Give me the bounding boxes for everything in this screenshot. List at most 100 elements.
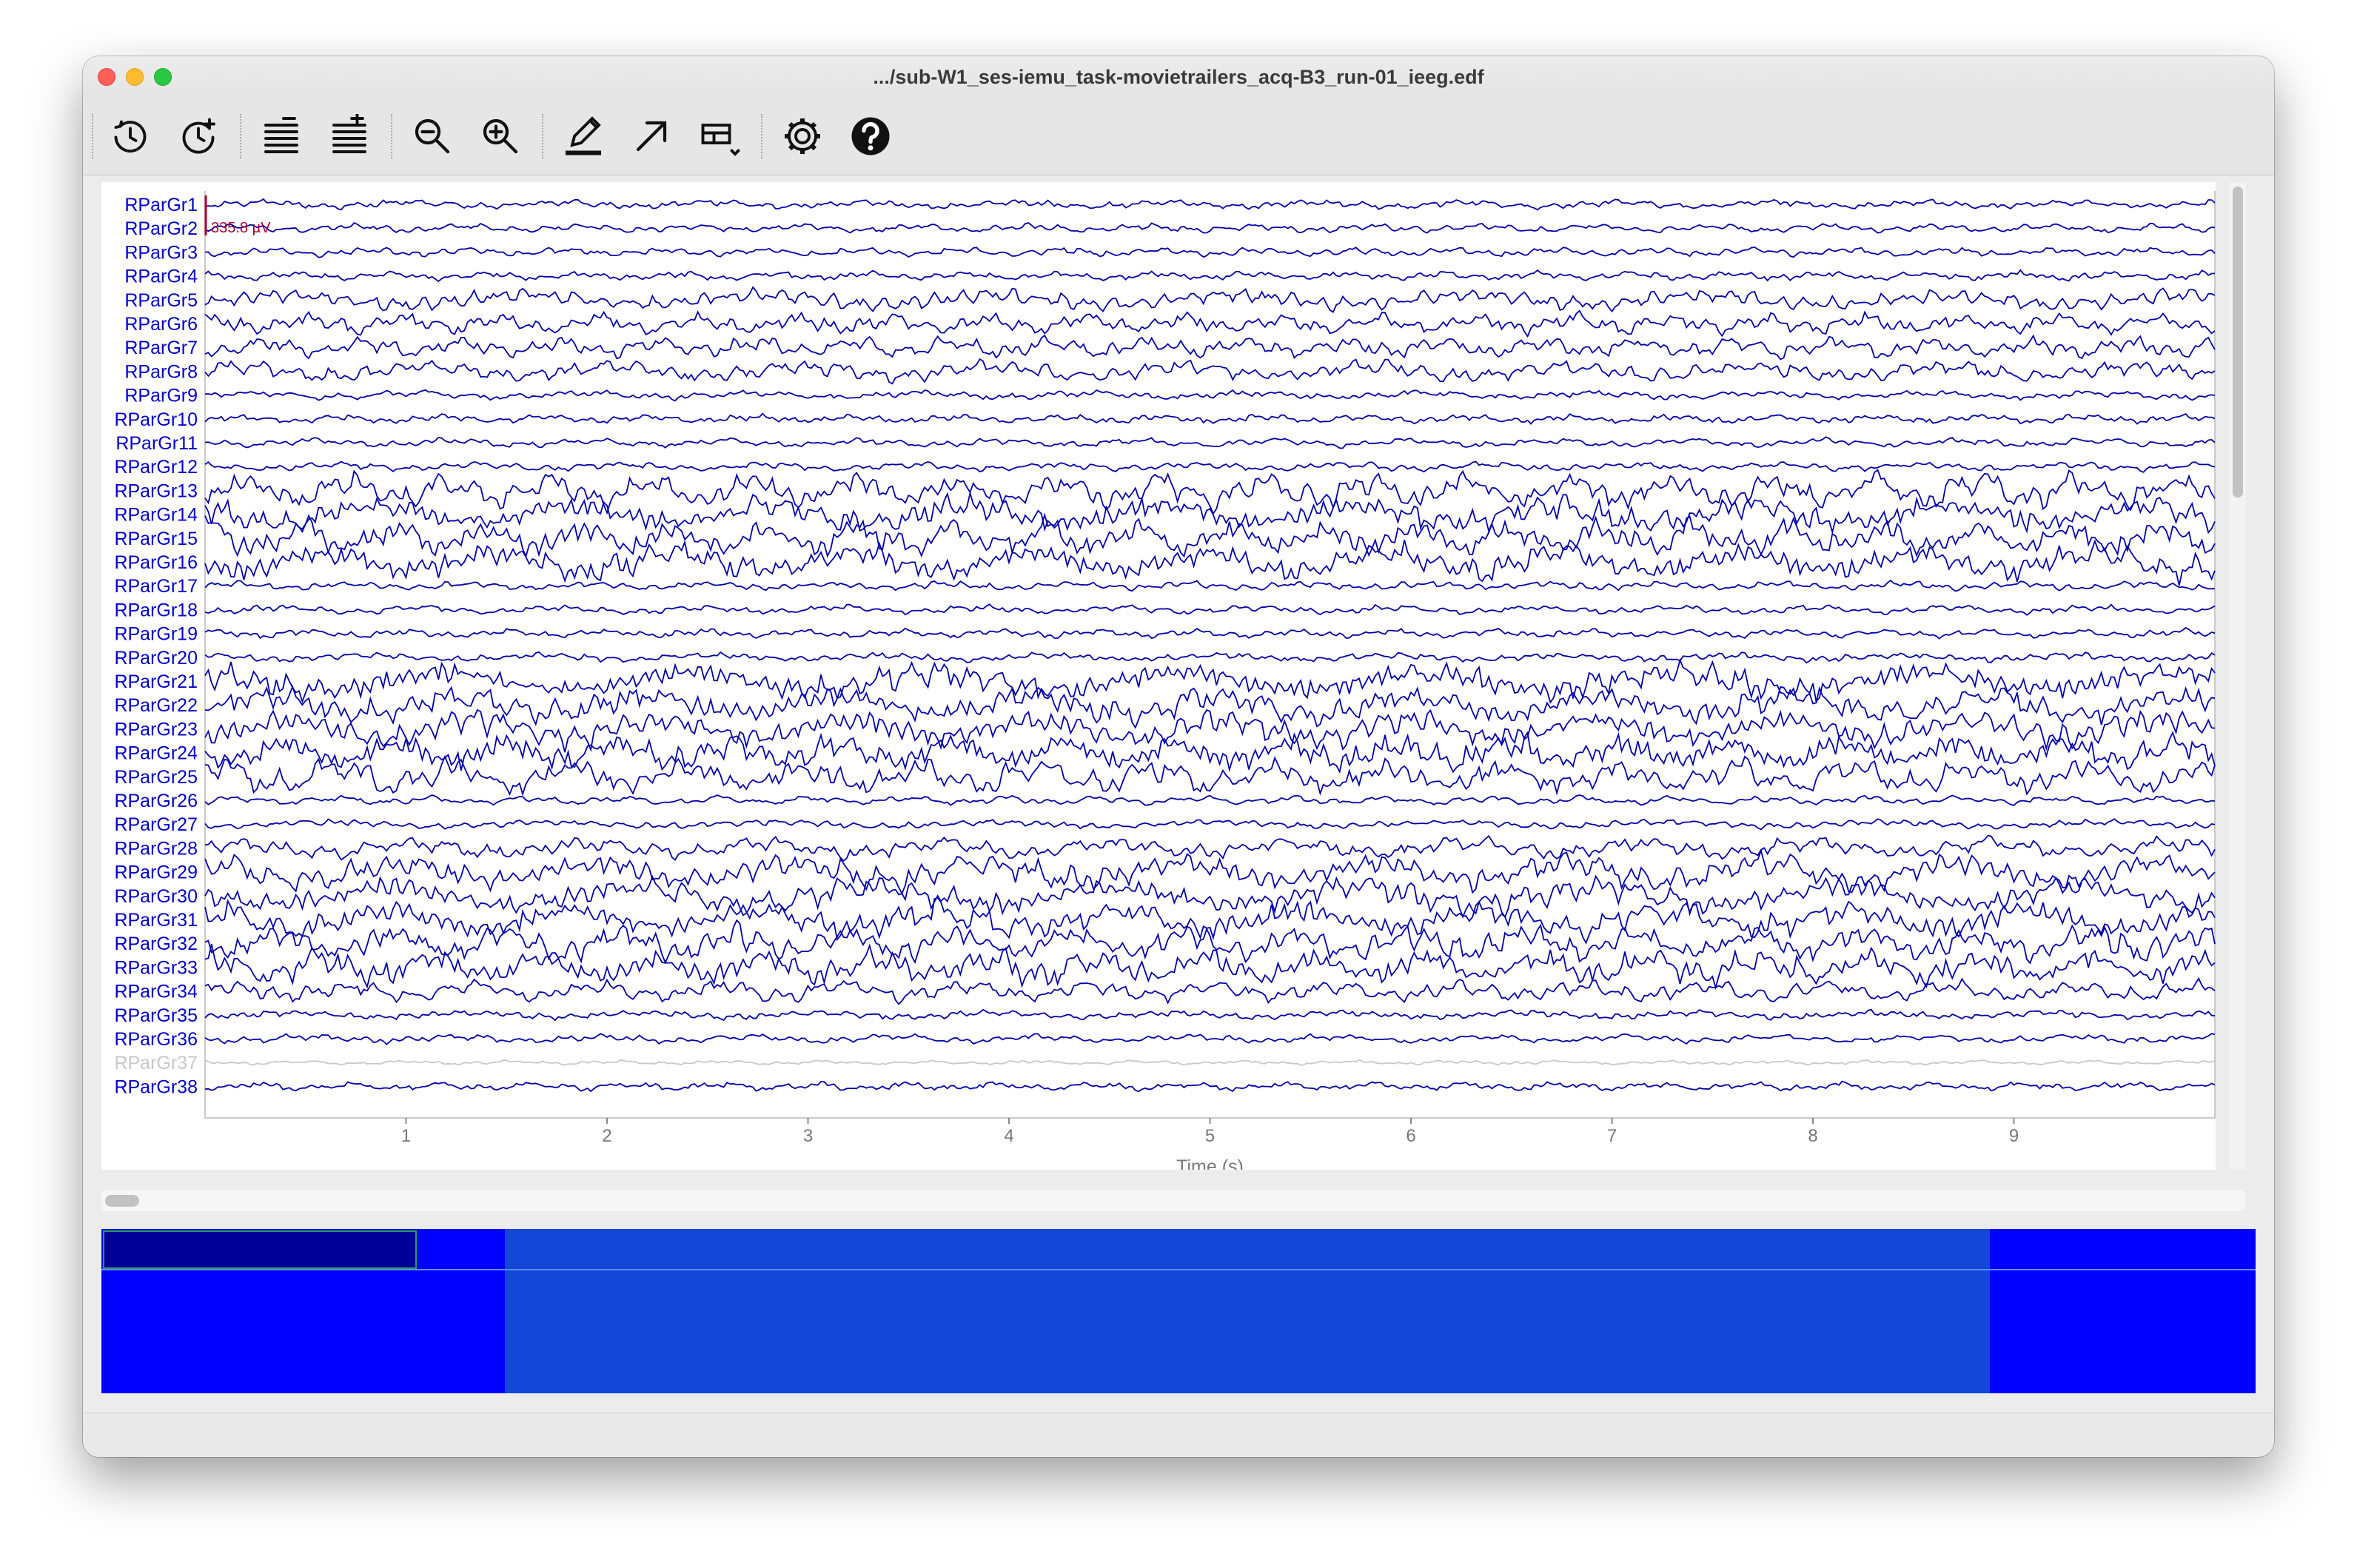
time-back-icon [114,120,147,153]
channel-label[interactable]: RParGr2 [124,218,198,239]
channel-label[interactable]: RParGr16 [114,552,198,573]
window-title: .../sub-W1_ses-iemu_task-movietrailers_a… [873,65,1484,88]
overview-divider [101,1269,2256,1270]
channel-label[interactable]: RParGr18 [114,600,198,620]
channel-label[interactable]: RParGr17 [114,576,198,597]
channel-trace [204,657,2216,704]
channel-trace [204,469,2216,515]
horizontal-scroll-thumb[interactable] [105,1195,139,1207]
app-window: .../sub-W1_ses-iemu_task-movietrailers_a… [83,56,2274,1457]
channel-trace [204,198,2216,211]
channel-trace [204,684,2216,729]
settings-button[interactable] [773,107,832,166]
channel-label[interactable]: RParGr4 [124,267,198,287]
arrow-icon [636,121,667,152]
channel-label[interactable]: RParGr22 [114,695,198,716]
channel-trace [204,1033,2216,1045]
channel-label[interactable]: RParGr25 [114,767,198,788]
recording-overview-bar[interactable] [101,1229,2256,1393]
channel-trace [204,436,2216,449]
fewer-channels-button[interactable] [252,107,311,166]
settings-gear-icon [785,118,820,154]
channel-label[interactable]: RParGr26 [114,791,198,811]
channel-label[interactable]: RParGr31 [114,910,198,931]
toolbar-separator [391,114,392,158]
channel-trace [204,460,2216,473]
channel-label[interactable]: RParGr19 [114,624,198,645]
channel-trace [204,731,2216,774]
time-forward-button[interactable] [169,107,228,166]
x-tick-label: 9 [2009,1126,2019,1146]
minimize-window-button[interactable] [126,68,144,86]
channel-label[interactable]: RParGr30 [114,886,198,907]
channel-trace [204,222,2216,234]
more-channels-icon [332,114,366,153]
channel-trace [204,794,2216,806]
channel-label[interactable]: RParGr11 [115,433,198,454]
channel-label[interactable]: RParGr8 [124,361,198,382]
status-bar [83,1413,2274,1457]
eeg-signal-chart[interactable]: RParGr1 RParGr2 RParGr3 RParGr4 RParGr5 RParG… [101,182,2216,1170]
plot-frame [204,191,2216,1119]
channel-label[interactable]: RParGr24 [114,743,198,764]
channel-trace [204,976,2216,1005]
channel-label[interactable]: RParGr12 [114,457,198,478]
zoom-out-button[interactable] [403,107,462,166]
more-channels-button[interactable] [320,107,379,166]
channel-label[interactable]: RParGr13 [114,480,198,501]
channel-trace [204,818,2216,831]
x-tick-label: 1 [401,1126,411,1146]
channel-label[interactable]: RParGr6 [124,314,198,335]
channel-label[interactable]: RParGr15 [114,529,198,549]
channel-trace [204,603,2216,616]
zoom-window-button[interactable] [154,68,172,86]
channel-trace [204,490,2216,535]
channel-label[interactable]: RParGr35 [114,1005,198,1026]
channel-trace [204,1059,2216,1066]
channel-trace [204,651,2216,664]
channel-label[interactable]: RParGr38 [114,1076,198,1097]
zoom-out-icon [415,118,450,154]
channel-trace [204,579,2216,592]
help-button[interactable] [841,107,900,166]
toolbar-separator [92,114,93,158]
channel-label[interactable]: RParGr36 [114,1029,198,1050]
vertical-scroll-thumb[interactable] [2233,187,2243,497]
toolbar [83,98,2274,175]
x-tick-label: 5 [1205,1126,1215,1146]
zoom-in-button[interactable] [471,107,530,166]
channel-label[interactable]: RParGr32 [114,934,198,954]
fewer-channels-icon [264,117,298,153]
channel-trace [204,389,2216,402]
signal-plot-panel[interactable]: RParGr1 RParGr2 RParGr3 RParGr4 RParGr5 RParG… [101,182,2216,1170]
time-back-button[interactable] [101,107,160,166]
channel-label[interactable]: RParGr7 [124,338,198,358]
zoom-in-icon [483,118,518,154]
channel-label[interactable]: RParGr28 [114,838,198,859]
channel-label[interactable]: RParGr3 [124,242,198,263]
arrow-button[interactable] [622,107,681,166]
channel-label[interactable]: RParGr34 [114,982,198,1002]
channel-label[interactable]: RParGr21 [114,671,198,692]
channel-label[interactable]: RParGr1 [124,195,198,215]
annotate-button[interactable] [554,107,613,166]
close-window-button[interactable] [98,68,115,86]
channel-label[interactable]: RParGr23 [114,719,198,740]
channel-label[interactable]: RParGr29 [114,862,198,883]
layout-menu-button[interactable] [690,107,749,166]
channel-label[interactable]: RParGr37 [114,1053,198,1073]
channel-label[interactable]: RParGr14 [114,505,198,526]
channel-label[interactable]: RParGr20 [114,648,198,669]
scale-label: 335.8 µV [211,220,271,236]
channel-label[interactable]: RParGr10 [114,409,198,430]
overview-view-window[interactable] [103,1230,417,1269]
channel-label[interactable]: RParGr5 [124,290,198,311]
horizontal-scrollbar[interactable] [101,1190,2245,1211]
x-tick-label: 8 [1808,1126,1817,1146]
channel-label[interactable]: RParGr27 [114,814,198,835]
time-forward-icon [182,118,215,154]
channel-trace [204,626,2216,640]
channel-trace [204,834,2216,862]
channel-label[interactable]: RParGr9 [124,386,198,406]
channel-label[interactable]: RParGr33 [114,957,198,978]
